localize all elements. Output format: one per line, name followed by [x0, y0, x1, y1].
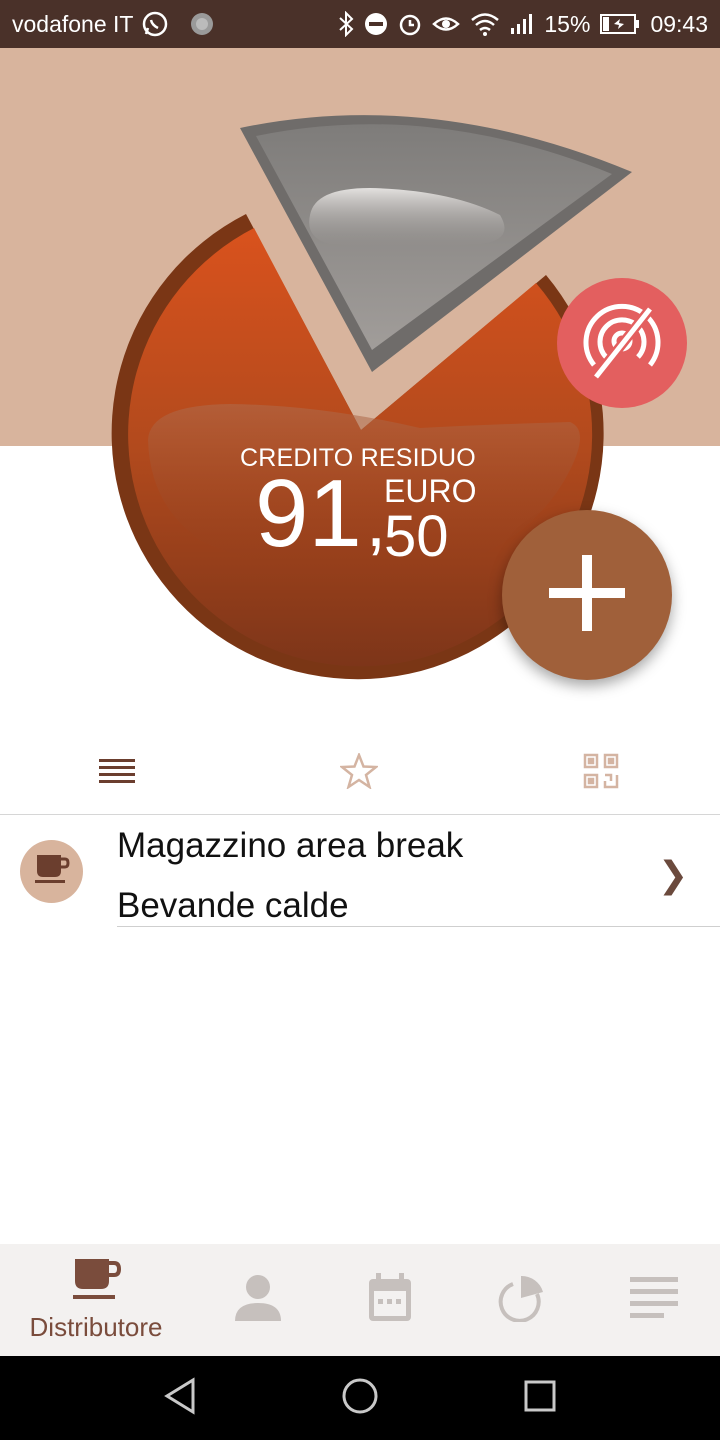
- back-button[interactable]: [158, 1376, 202, 1420]
- status-bar: vodafone IT 15% 09:43: [0, 0, 720, 48]
- list-divider: [117, 926, 720, 927]
- plus-icon: [549, 554, 625, 636]
- nav-label-distributore: Distributore: [29, 1312, 163, 1342]
- list-item-subtitle: Bevande calde: [117, 886, 349, 925]
- clock: 09:43: [650, 10, 708, 37]
- add-credit-button[interactable]: [502, 510, 672, 680]
- nav-item-statistics[interactable]: [449, 1244, 593, 1356]
- eye-icon: [432, 13, 461, 35]
- chevron-right-icon: ❯: [658, 854, 689, 895]
- alarm-icon: [398, 12, 422, 36]
- nav-item-menu[interactable]: [582, 1244, 720, 1356]
- battery-icon: [600, 13, 640, 35]
- coffee-cup-icon: [34, 853, 70, 890]
- nav-item-calendar[interactable]: [318, 1244, 462, 1356]
- battery-percent: 15%: [544, 10, 591, 37]
- user-icon: [233, 1273, 283, 1328]
- tab-list[interactable]: [87, 748, 147, 798]
- tab-qr[interactable]: [571, 748, 631, 798]
- pie-chart-icon: [497, 1274, 545, 1327]
- nfc-disabled-button[interactable]: [557, 278, 687, 408]
- list-item-title: Magazzino area break: [117, 826, 464, 865]
- credit-comma: ,: [366, 482, 387, 562]
- do-not-disturb-icon: [364, 12, 388, 36]
- carrier-name: vodafone IT: [12, 10, 134, 37]
- recents-icon: [523, 1379, 557, 1418]
- view-tabs: [0, 730, 720, 815]
- nav-item-distributore[interactable]: Distributore: [24, 1244, 168, 1356]
- credit-decimals: 50: [384, 504, 449, 569]
- wifi-icon: [470, 12, 500, 36]
- recents-button[interactable]: [518, 1376, 562, 1420]
- menu-icon: [630, 1276, 678, 1324]
- system-navigation-bar: [0, 1356, 720, 1440]
- coffee-cup-icon: [71, 1257, 122, 1308]
- back-icon: [163, 1376, 197, 1420]
- qr-code-icon: [583, 753, 619, 794]
- nfc-off-icon: [580, 299, 664, 388]
- calendar-icon: [367, 1272, 413, 1328]
- home-icon: [340, 1376, 380, 1421]
- tab-favorites[interactable]: [329, 748, 389, 798]
- signal-icon: [510, 13, 534, 35]
- sync-icon: [189, 11, 215, 37]
- credit-integer: 91: [255, 460, 362, 567]
- bottom-nav: Distributore: [0, 1244, 720, 1356]
- star-icon: [338, 751, 380, 794]
- list-item-avatar: [20, 840, 83, 903]
- nav-item-profile[interactable]: [186, 1244, 330, 1356]
- home-button[interactable]: [338, 1376, 382, 1420]
- credit-currency: EURO: [384, 473, 477, 509]
- bluetooth-icon: [338, 11, 354, 37]
- list-item[interactable]: Magazzino area break Bevande calde ❯: [0, 816, 720, 928]
- whatsapp-icon: [141, 10, 169, 38]
- list-icon: [99, 758, 135, 788]
